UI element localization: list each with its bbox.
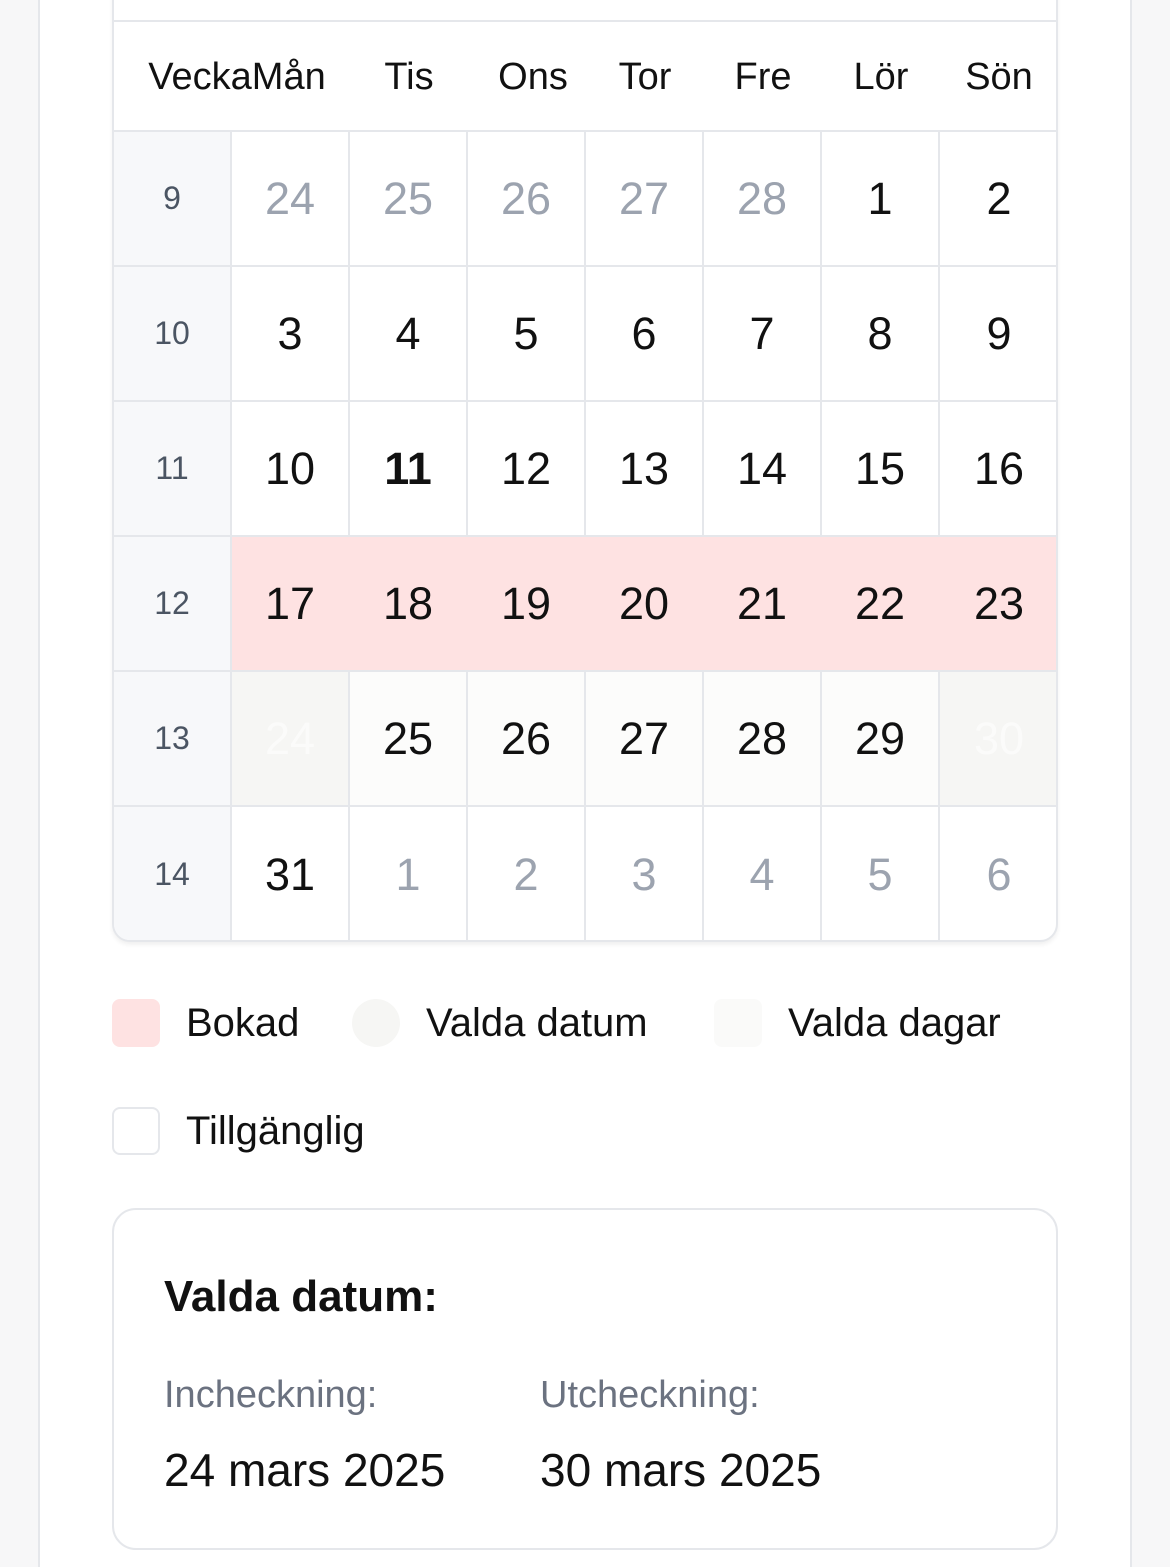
day-cell[interactable]: 24 — [232, 132, 350, 265]
day-cell[interactable]: 17 — [232, 537, 350, 670]
week-number: 14 — [114, 807, 232, 940]
day-cell[interactable]: 4 — [704, 807, 822, 940]
checkout-value: 30 mars 2025 — [540, 1444, 822, 1496]
legend-item-selected-dates: Valda datum — [352, 996, 648, 1050]
booked-swatch — [112, 999, 160, 1047]
checkout-block: Utcheckning: 30 mars 2025 — [540, 1374, 821, 1497]
day-cell[interactable]: 23 — [940, 537, 1056, 670]
weekday-label-mon: Mån — [251, 56, 326, 98]
checkout-label: Utcheckning: — [540, 1374, 760, 1416]
weekday-label-tue: Tis — [384, 56, 434, 98]
day-cell[interactable]: 16 — [940, 402, 1056, 535]
legend-item-selected-days: Valda dagar — [714, 996, 1001, 1050]
day-cell[interactable]: 25 — [350, 132, 468, 265]
selected-days-swatch — [714, 999, 762, 1047]
day-cell[interactable]: 4 — [350, 267, 468, 400]
legend-item-available: Tillgänglig — [112, 1104, 365, 1158]
weekday-label-sat: Lör — [853, 56, 909, 98]
day-cell[interactable]: 26 — [468, 132, 586, 265]
day-cell[interactable]: 28 — [704, 132, 822, 265]
weekday-label-thu: Tor — [618, 56, 672, 98]
week-number: 12 — [114, 537, 232, 670]
day-cell[interactable]: 31 — [232, 807, 350, 940]
checkin-value: 24 mars 2025 — [164, 1444, 446, 1496]
selected-dates-swatch — [352, 999, 400, 1047]
day-cell[interactable]: 30 — [940, 672, 1056, 805]
day-cell[interactable]: 9 — [940, 267, 1056, 400]
calendar-week-row: 11 10 11 12 13 14 15 16 — [114, 402, 1056, 537]
legend-label-booked: Bokad — [186, 1000, 300, 1045]
day-cell[interactable]: 6 — [586, 267, 704, 400]
available-swatch — [112, 1107, 160, 1155]
calendar-week-row: 13 24 25 26 27 28 29 30 — [114, 672, 1056, 807]
weekday-header: VeckaMån Tis Ons Tor Fre Lör Sön — [114, 20, 1056, 132]
legend-label-available: Tillgänglig — [186, 1108, 365, 1153]
calendar-week-row: 12 17 18 19 20 21 22 23 — [114, 537, 1056, 672]
calendar-week-row: 9 24 25 26 27 28 1 2 — [114, 132, 1056, 267]
day-cell[interactable]: 26 — [468, 672, 586, 805]
day-cell[interactable]: 10 — [232, 402, 350, 535]
week-number: 10 — [114, 267, 232, 400]
day-cell[interactable]: 28 — [704, 672, 822, 805]
week-number: 13 — [114, 672, 232, 805]
day-cell[interactable]: 27 — [586, 132, 704, 265]
day-cell[interactable]: 24 — [232, 672, 350, 805]
summary-title: Valda datum: — [164, 1272, 438, 1321]
day-cell[interactable]: 1 — [350, 807, 468, 940]
weekday-label-fri: Fre — [734, 56, 792, 98]
day-cell[interactable]: 2 — [468, 807, 586, 940]
day-cell[interactable]: 1 — [822, 132, 940, 265]
day-cell[interactable]: 27 — [586, 672, 704, 805]
day-cell[interactable]: 8 — [822, 267, 940, 400]
legend-item-booked: Bokad — [112, 996, 299, 1050]
week-number: 9 — [114, 132, 232, 265]
day-cell[interactable]: 11 — [350, 402, 468, 535]
day-cell[interactable]: 6 — [940, 807, 1056, 940]
day-cell[interactable]: 22 — [822, 537, 940, 670]
day-cell[interactable]: 18 — [350, 537, 468, 670]
weekday-label-week: Vecka — [148, 56, 252, 98]
legend-label-selected-days: Valda dagar — [788, 1000, 1001, 1045]
calendar-week-row: 10 3 4 5 6 7 8 9 — [114, 267, 1056, 402]
day-cell[interactable]: 20 — [586, 537, 704, 670]
day-cell[interactable]: 3 — [586, 807, 704, 940]
day-cell[interactable]: 14 — [704, 402, 822, 535]
day-cell[interactable]: 5 — [822, 807, 940, 940]
weekday-header-week-mon: VeckaMån — [114, 22, 360, 132]
day-cell[interactable]: 29 — [822, 672, 940, 805]
day-cell[interactable]: 13 — [586, 402, 704, 535]
week-number: 11 — [114, 402, 232, 535]
day-cell[interactable]: 3 — [232, 267, 350, 400]
calendar-week-row: 14 31 1 2 3 4 5 6 — [114, 807, 1056, 940]
day-cell[interactable]: 12 — [468, 402, 586, 535]
weekday-label-wed: Ons — [498, 56, 568, 98]
legend-label-selected-dates: Valda datum — [426, 1000, 648, 1045]
selected-dates-summary: Valda datum: Incheckning: 24 mars 2025 U… — [112, 1208, 1058, 1550]
checkin-block: Incheckning: 24 mars 2025 — [164, 1374, 445, 1497]
day-cell[interactable]: 15 — [822, 402, 940, 535]
weekday-label-sun: Sön — [965, 56, 1033, 98]
checkin-label: Incheckning: — [164, 1374, 378, 1416]
day-cell[interactable]: 7 — [704, 267, 822, 400]
day-cell[interactable]: 19 — [468, 537, 586, 670]
day-cell[interactable]: 5 — [468, 267, 586, 400]
booking-calendar: VeckaMån Tis Ons Tor Fre Lör Sön 9 24 25 26… — [112, 0, 1058, 942]
day-cell[interactable]: 2 — [940, 132, 1056, 265]
day-cell[interactable]: 25 — [350, 672, 468, 805]
day-cell[interactable]: 21 — [704, 537, 822, 670]
